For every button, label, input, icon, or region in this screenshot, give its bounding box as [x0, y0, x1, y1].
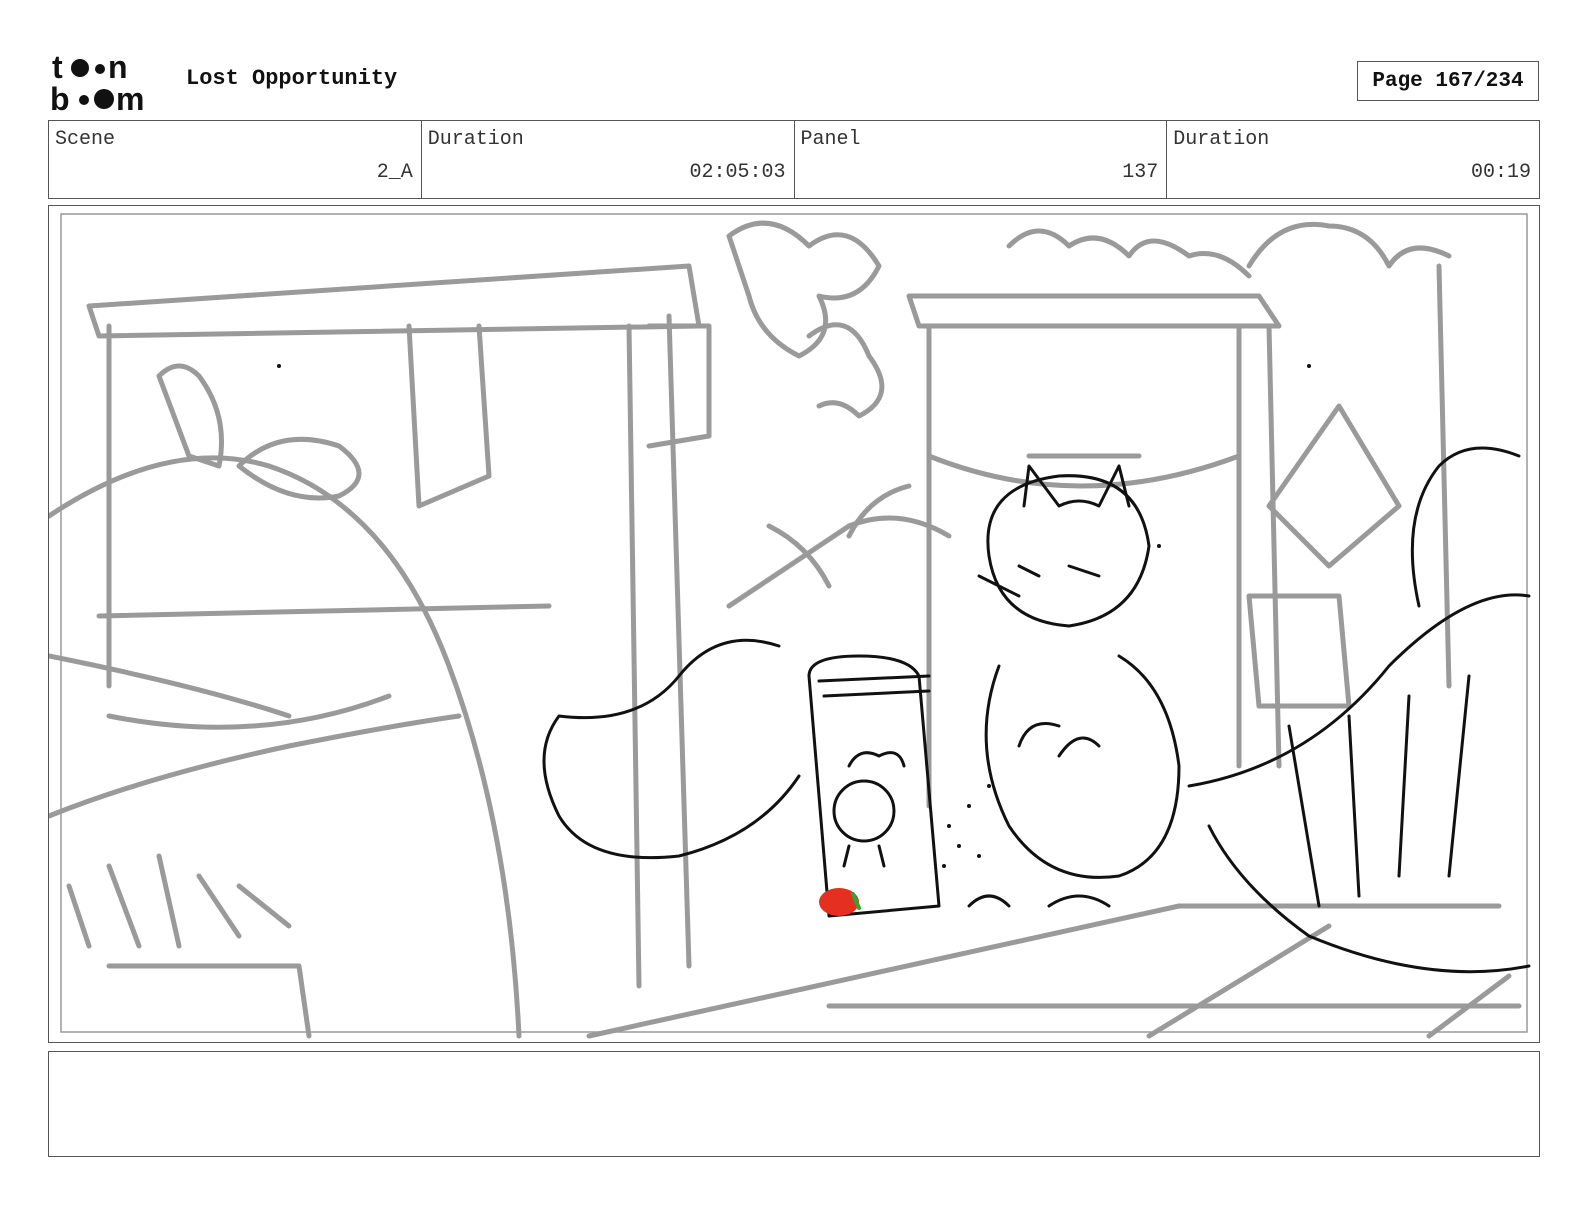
scene-duration-label: Duration: [427, 128, 524, 151]
panel-sketch-image: [49, 213, 1531, 1039]
scene-duration-value: 02:05:03: [689, 161, 786, 184]
svg-text:b: b: [50, 81, 70, 114]
page-indicator: Page 167/234: [1357, 61, 1539, 101]
panel-duration-value: 00:19: [1470, 161, 1531, 184]
scene-label: Scene: [55, 128, 116, 151]
svg-text:n: n: [108, 50, 128, 85]
scene-duration-cell: Duration 02:05:03: [422, 121, 795, 198]
panel-value: 137: [1122, 161, 1159, 184]
document-title: Lost Opportunity: [186, 66, 398, 91]
svg-text:m: m: [116, 81, 144, 114]
panel-label: Panel: [800, 128, 861, 151]
panel-duration-label: Duration: [1173, 128, 1270, 151]
scene-info-table: Scene 2_A Duration 02:05:03 Panel 137 Du…: [48, 120, 1540, 199]
panel-notes-box: [48, 1051, 1540, 1157]
scene-value: 2_A: [376, 161, 413, 184]
panel-cell: Panel 137: [795, 121, 1168, 198]
storyboard-panel: [48, 205, 1540, 1043]
toon-boom-logo: t n b m: [50, 50, 144, 114]
scene-cell: Scene 2_A: [49, 121, 422, 198]
svg-text:t: t: [52, 50, 63, 85]
panel-duration-cell: Duration 00:19: [1167, 121, 1539, 198]
